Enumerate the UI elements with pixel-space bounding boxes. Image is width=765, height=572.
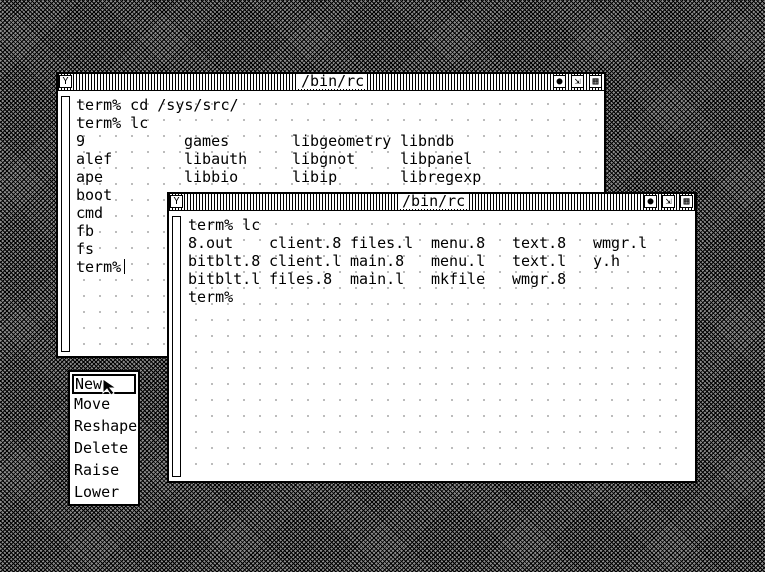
front-window-title: /bin/rc bbox=[399, 194, 469, 209]
back-window-titlebar[interactable]: Y /bin/rc ● ⇲ ▦ bbox=[58, 74, 604, 91]
back-window-title: /bin/rc bbox=[298, 74, 368, 89]
menu-item-reshape[interactable]: Reshape bbox=[72, 416, 137, 436]
listing-row: ape libbio libip libregexp bbox=[76, 168, 482, 186]
listing-row: alef libauth libgnot libpanel bbox=[76, 150, 473, 168]
close-icon[interactable]: ▦ bbox=[680, 195, 693, 208]
listing-row: bitblt.l files.8 main.l mkfile wmgr.8 bbox=[188, 270, 567, 288]
window-tag-icon[interactable]: Y bbox=[170, 195, 183, 208]
text-cursor bbox=[124, 259, 126, 274]
listing-row: 9 games libgeometry libndb bbox=[76, 132, 455, 150]
mouse-pointer-icon bbox=[102, 378, 118, 396]
back-window-scrollbar[interactable] bbox=[61, 96, 70, 352]
terminal-line: term% lc bbox=[188, 216, 261, 234]
front-window-titlebar[interactable]: Y /bin/rc ● ⇲ ▦ bbox=[169, 194, 695, 211]
front-terminal-window[interactable]: Y /bin/rc ● ⇲ ▦ term% lc 8.out client.8 … bbox=[167, 192, 697, 483]
hide-icon[interactable]: ● bbox=[644, 195, 657, 208]
menu-item-delete[interactable]: Delete bbox=[72, 438, 128, 458]
terminal-line: term% lc bbox=[76, 114, 149, 132]
hide-icon[interactable]: ● bbox=[553, 75, 566, 88]
close-icon[interactable]: ▦ bbox=[589, 75, 602, 88]
window-tag-icon[interactable]: Y bbox=[59, 75, 72, 88]
resize-icon[interactable]: ⇲ bbox=[571, 75, 584, 88]
front-window-text[interactable]: term% lc 8.out client.8 files.l menu.8 t… bbox=[188, 216, 689, 477]
menu-item-move[interactable]: Move bbox=[72, 394, 110, 414]
listing-row: 8.out client.8 files.l menu.8 text.8 wmg… bbox=[188, 234, 648, 252]
menu-item-lower[interactable]: Lower bbox=[72, 482, 119, 502]
menu-item-raise[interactable]: Raise bbox=[72, 460, 119, 480]
resize-icon[interactable]: ⇲ bbox=[662, 195, 675, 208]
listing-row: bitblt.8 client.l main.8 menu.l text.l y… bbox=[188, 252, 621, 270]
terminal-line: term% cd /sys/src/ bbox=[76, 96, 239, 114]
front-window-scrollbar[interactable] bbox=[172, 216, 181, 477]
prompt-line: term% bbox=[188, 288, 234, 306]
